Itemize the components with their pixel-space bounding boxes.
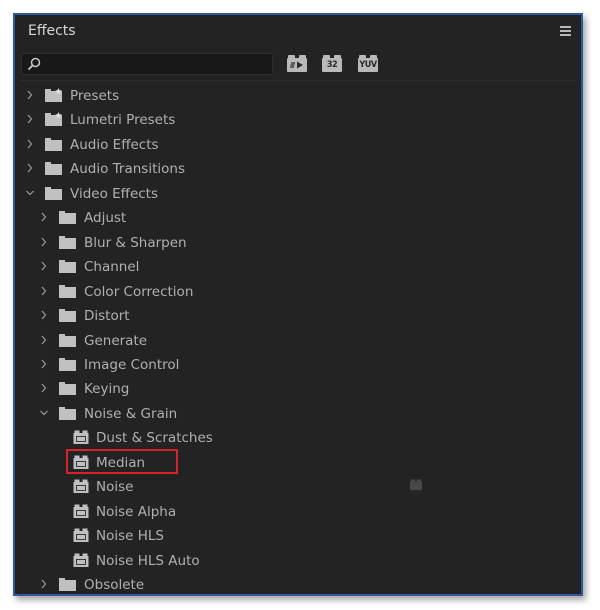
tree-item-label: Noise Alpha — [96, 503, 177, 520]
search-icon — [27, 57, 41, 71]
tree-item-label: Color Correction — [84, 283, 194, 300]
folder-icon — [45, 137, 62, 151]
tree-item-keying[interactable]: Keying — [15, 378, 581, 400]
tree-item-label: Presets — [70, 88, 120, 104]
tree-item-label: Adjust — [84, 210, 127, 227]
tree-item-noise-alpha[interactable]: Noise Alpha — [15, 501, 581, 523]
tree-item-noise[interactable]: Noise — [15, 476, 581, 498]
chevron-right-icon[interactable] — [25, 89, 35, 101]
chevron-right-icon[interactable] — [25, 113, 35, 125]
tree-item-label: Blur & Sharpen — [84, 234, 187, 251]
tree-item-generate[interactable]: Generate — [15, 330, 581, 352]
chevron-right-icon[interactable] — [39, 334, 49, 346]
chevron-right-icon[interactable] — [25, 138, 35, 150]
tree-item-dust-scratches[interactable]: Dust & Scratches — [15, 427, 581, 449]
drag-effect-icon — [410, 479, 422, 491]
tree-item-video-effects[interactable]: Video Effects — [15, 183, 581, 205]
effect-icon — [73, 528, 89, 543]
folder-icon — [59, 333, 76, 347]
chevron-right-icon[interactable] — [39, 382, 49, 394]
tree-item-label: Median — [96, 454, 146, 471]
tree-item-label: Noise & Grain — [84, 405, 178, 422]
folder-icon — [59, 382, 76, 396]
folder-icon — [59, 406, 76, 420]
preset-folder-icon — [45, 112, 62, 127]
tree-item-channel[interactable]: Channel — [15, 256, 581, 278]
hamburger-menu-icon[interactable] — [560, 26, 571, 36]
tree-item-presets[interactable]: Presets — [15, 85, 581, 107]
tree-item-lumetri-presets[interactable]: Lumetri Presets — [15, 109, 581, 131]
tree-item-noise-hls[interactable]: Noise HLS — [15, 525, 581, 547]
folder-icon — [59, 260, 76, 274]
tree-item-label: Image Control — [84, 356, 180, 373]
effect-icon — [73, 455, 89, 469]
yuv-effects-icon: YUV — [358, 58, 378, 72]
chevron-right-icon[interactable] — [39, 309, 49, 321]
tree-item-distort[interactable]: Distort — [15, 305, 581, 327]
search-field[interactable] — [21, 53, 273, 75]
chevron-right-icon[interactable] — [39, 211, 49, 223]
effect-icon — [73, 430, 89, 445]
tree-item-obsolete[interactable]: Obsolete — [15, 574, 581, 596]
folder-icon — [45, 162, 62, 176]
tree-item-label: Obsolete — [84, 577, 145, 593]
effect-icon — [73, 553, 89, 567]
accelerated-effects-filter[interactable] — [287, 55, 307, 72]
chevron-down-icon[interactable] — [39, 407, 49, 419]
effect-icon — [73, 504, 89, 518]
divider — [19, 80, 577, 81]
chevron-right-icon[interactable] — [25, 162, 35, 174]
folder-icon — [59, 357, 76, 371]
effects-panel: Effects 32 YUV Presets Lumetri Presets Aud… — [13, 13, 583, 596]
tree-item-median[interactable]: Median — [15, 452, 581, 474]
search-input[interactable] — [44, 56, 272, 74]
preset-folder-icon — [45, 88, 62, 102]
tree-item-label: Lumetri Presets — [70, 112, 176, 129]
effect-icon — [73, 479, 89, 494]
chevron-right-icon[interactable] — [39, 358, 49, 370]
tree-item-label: Noise — [96, 479, 134, 496]
32-bit-color-icon: 32 — [322, 58, 342, 72]
folder-icon — [59, 284, 76, 298]
tree-item-noise-grain[interactable]: Noise & Grain — [15, 403, 581, 425]
folder-icon — [59, 578, 76, 591]
32bit-color-filter[interactable]: 32 — [322, 55, 342, 72]
tree-item-blur-sharpen[interactable]: Blur & Sharpen — [15, 232, 581, 254]
tree-item-label: Noise HLS — [96, 528, 164, 545]
chevron-right-icon[interactable] — [39, 260, 49, 272]
tree-item-color-correction[interactable]: Color Correction — [15, 281, 581, 303]
accelerated-effects-icon — [287, 58, 307, 72]
tree-item-label: Audio Transitions — [70, 161, 185, 178]
tree-item-label: Distort — [84, 308, 130, 325]
tree-item-label: Dust & Scratches — [96, 430, 213, 447]
tree-item-adjust[interactable]: Adjust — [15, 207, 581, 229]
tree-item-label: Noise HLS Auto — [96, 552, 200, 569]
tree-item-audio-effects[interactable]: Audio Effects — [15, 134, 581, 156]
panel-title: Effects — [28, 23, 76, 39]
chevron-right-icon[interactable] — [39, 236, 49, 248]
tree-item-label: Channel — [84, 259, 140, 276]
folder-icon — [59, 211, 76, 225]
tree-item-label: Generate — [84, 332, 148, 349]
tree-item-noise-hls-auto[interactable]: Noise HLS Auto — [15, 550, 581, 572]
chevron-right-icon[interactable] — [39, 578, 49, 590]
yuv-effects-filter[interactable]: YUV — [358, 55, 378, 72]
chevron-down-icon[interactable] — [25, 187, 35, 199]
folder-icon — [45, 186, 62, 200]
tree-item-label: Audio Effects — [70, 136, 159, 153]
folder-icon — [59, 235, 76, 249]
tree-item-image-control[interactable]: Image Control — [15, 354, 581, 376]
tree-item-label: Keying — [84, 381, 130, 398]
tree-item-label: Video Effects — [70, 185, 159, 202]
folder-icon — [59, 309, 76, 323]
tree-item-audio-transitions[interactable]: Audio Transitions — [15, 158, 581, 180]
chevron-right-icon[interactable] — [39, 285, 49, 297]
panel-header: Effects — [15, 15, 581, 49]
